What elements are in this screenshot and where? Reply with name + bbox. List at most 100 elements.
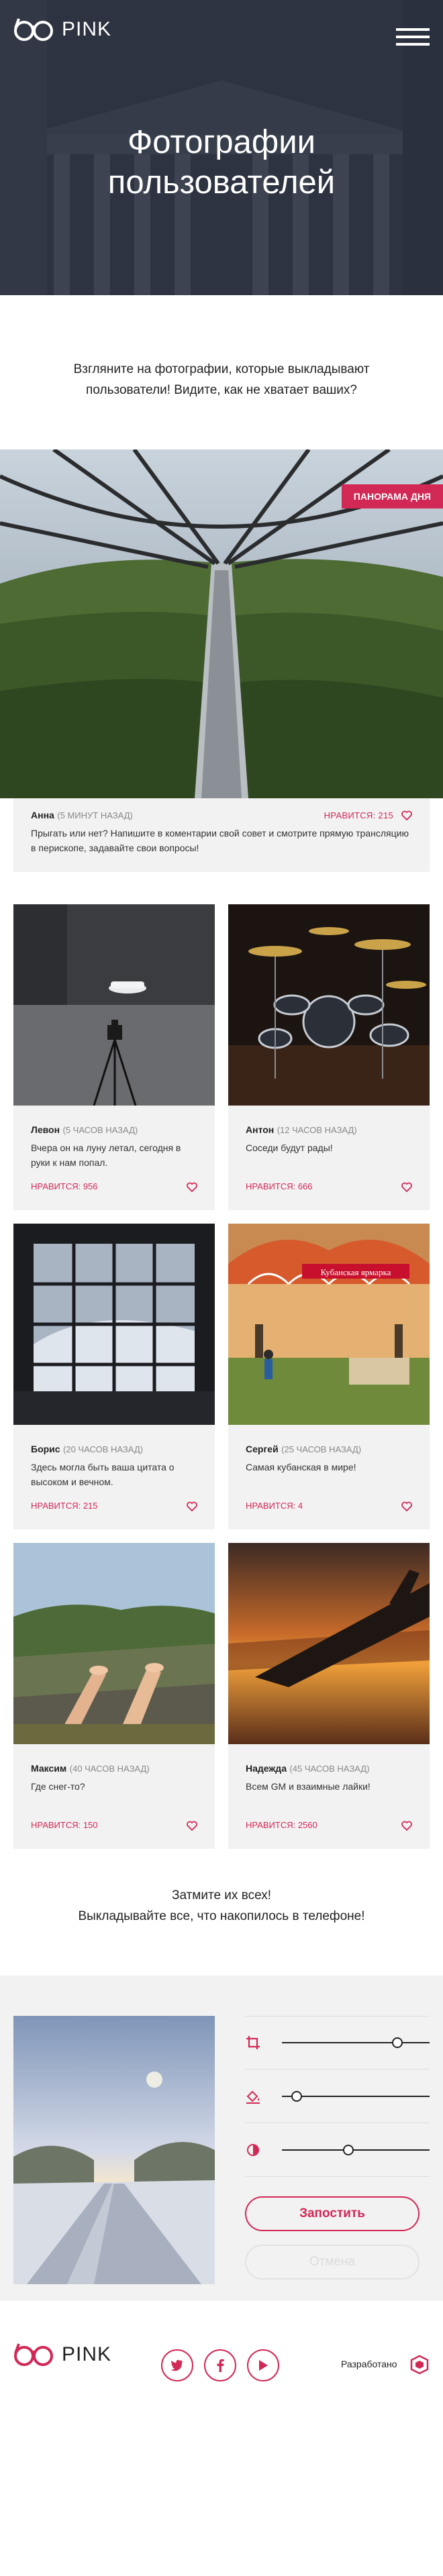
photo-card-image[interactable] [228, 1543, 430, 1744]
photo-author: Борис [31, 1444, 60, 1454]
burger-line [396, 43, 430, 46]
photo-author: Надежда [246, 1763, 287, 1774]
panorama-badge: ПАНОРАМА ДНЯ [341, 484, 443, 508]
photo-time: (12 ЧАСОВ НАЗАД) [277, 1125, 357, 1135]
photo-time: (5 МИНУТ НАЗАД) [57, 810, 133, 820]
photo-card: Антон (12 ЧАСОВ НАЗАД) Соседи будут рады… [228, 904, 430, 1210]
photo-time-value: 5 МИНУТ НАЗАД [60, 810, 130, 820]
social-links [161, 2349, 279, 2381]
photo-editor: Запостить Отмена [0, 1976, 443, 2301]
twitter-link[interactable] [161, 2349, 193, 2381]
photo-author: Анна [31, 810, 54, 820]
header-logo[interactable]: PINK [13, 16, 111, 43]
footer-logo[interactable]: PINK [13, 2341, 111, 2368]
photo-time: (45 ЧАСОВ НАЗАД) [289, 1764, 370, 1774]
window-grid-photo [13, 1224, 215, 1425]
logo-glasses-icon [14, 18, 53, 41]
hero-header: PINK Фотографии пользователей [0, 0, 443, 295]
crop-slider[interactable] [282, 2037, 430, 2048]
contrast-slider[interactable] [282, 2144, 430, 2155]
photo-author: Антон [246, 1124, 275, 1135]
featured-photo[interactable]: ПАНОРАМА ДНЯ [0, 449, 443, 798]
featured-photo-info: Анна (5 МИНУТ НАЗАД) Прыгать или нет? На… [13, 798, 430, 872]
photo-card-info: Антон (12 ЧАСОВ НАЗАД) Соседи будут рады… [228, 1106, 430, 1210]
photo-card-info: Сергей (25 ЧАСОВ НАЗАД) Самая кубанская … [228, 1425, 430, 1529]
photo-card: Борис (20 ЧАСОВ НАЗАД) Здесь могла быть … [13, 1224, 215, 1529]
photo-card-image[interactable] [228, 904, 430, 1106]
facebook-icon [217, 2359, 224, 2372]
logo-glasses-icon [14, 2343, 53, 2366]
slider-thumb[interactable] [291, 2090, 302, 2102]
camera-tripod-photo [13, 904, 215, 1106]
heart-icon[interactable] [187, 1821, 197, 1831]
photo-card: Надежда (45 ЧАСОВ НАЗАД) Всем GM и взаим… [228, 1543, 430, 1849]
mountain-legs-photo [13, 1543, 215, 1744]
developed-by-label: Разработано [341, 2359, 397, 2369]
photo-author: Максим [31, 1763, 67, 1774]
likes-count: НРАВИТСЯ: 2560 [246, 1820, 317, 1830]
photo-card-image[interactable]: Кубанская ярмарка [228, 1224, 430, 1425]
market-sign-text: Кубанская ярмарка [321, 1267, 391, 1277]
heart-icon[interactable] [401, 1821, 412, 1831]
photo-comment: Самая кубанская в мире! [246, 1462, 356, 1472]
fill-icon [246, 2090, 260, 2104]
contrast-icon [247, 2143, 259, 2156]
crop-slider-row [245, 2016, 430, 2070]
photo-card-image[interactable] [13, 904, 215, 1106]
developer-logo-icon[interactable] [409, 2355, 430, 2375]
photo-card: Максим (40 ЧАСОВ НАЗАД) Где снег-то? НРА… [13, 1543, 215, 1849]
page-title-line1: Фотографии [127, 124, 315, 160]
heart-icon[interactable] [187, 1182, 197, 1192]
photo-time: (5 ЧАСОВ НАЗАД) [62, 1125, 138, 1135]
photo-card-info: Левон (5 ЧАСОВ НАЗАД) Вчера он на луну л… [13, 1106, 215, 1210]
burger-line [396, 36, 430, 38]
photo-time-value: 25 ЧАСОВ НАЗАД [284, 1444, 358, 1454]
likes-count: НРАВИТСЯ: 215 [324, 810, 393, 820]
cta-section: Затмите их всех! Выкладывайте все, что н… [0, 1885, 443, 1927]
likes-count: НРАВИТСЯ: 956 [31, 1181, 98, 1191]
photo-card: Кубанская ярмарка Сергей (25 ЧАСОВ НАЗАД… [228, 1224, 430, 1529]
photo-comment: Прыгать или нет? Напишите в коментарии с… [31, 828, 409, 853]
likes-count: НРАВИТСЯ: 666 [246, 1181, 313, 1191]
fill-slider-row [245, 2070, 430, 2123]
cancel-button[interactable]: Отмена [245, 2245, 420, 2279]
page-title: Фотографии пользователей [0, 122, 443, 203]
photo-card-info: Надежда (45 ЧАСОВ НАЗАД) Всем GM и взаим… [228, 1744, 430, 1849]
photo-card-info: Максим (40 ЧАСОВ НАЗАД) Где снег-то? НРА… [13, 1744, 215, 1849]
photo-time-value: 20 ЧАСОВ НАЗАД [66, 1444, 140, 1454]
editor-preview-photo [13, 2016, 215, 2284]
photo-card-image[interactable] [13, 1543, 215, 1744]
photo-time-value: 12 ЧАСОВ НАЗАД [280, 1125, 354, 1135]
featured-photo-card: ПАНОРАМА ДНЯ Анна (5 МИНУТ НАЗАД) Прыгат… [0, 449, 443, 872]
photo-author: Левон [31, 1124, 60, 1135]
crop-icon [246, 2036, 260, 2049]
youtube-link[interactable] [247, 2349, 279, 2381]
menu-toggle-button[interactable] [396, 28, 430, 46]
fill-slider[interactable] [282, 2090, 430, 2102]
photo-author: Сергей [246, 1444, 279, 1454]
heart-icon[interactable] [401, 1182, 412, 1192]
submit-post-button[interactable]: Запостить [245, 2196, 420, 2231]
photo-card: Левон (5 ЧАСОВ НАЗАД) Вчера он на луну л… [13, 904, 215, 1210]
drum-kit-photo [228, 904, 430, 1106]
photo-time: (25 ЧАСОВ НАЗАД) [281, 1444, 362, 1454]
filter-sliders [245, 2016, 430, 2177]
logo-text: PINK [62, 2343, 112, 2365]
slider-thumb[interactable] [391, 2037, 403, 2048]
likes-row: НРАВИТСЯ: 215 [324, 810, 412, 820]
heart-icon[interactable] [401, 810, 412, 820]
youtube-icon [259, 2360, 268, 2371]
photo-time-value: 5 ЧАСОВ НАЗАД [65, 1125, 135, 1135]
cta-line1: Затмите их всех! [171, 1888, 272, 1902]
cta-line2: Выкладывайте все, что накопилось в телеф… [78, 1909, 365, 1923]
slider-thumb[interactable] [343, 2144, 354, 2155]
heart-icon[interactable] [187, 1501, 197, 1511]
facebook-link[interactable] [204, 2349, 236, 2381]
photo-comment: Где снег-то? [31, 1781, 85, 1792]
photo-comment: Здесь могла быть ваша цитата о высоком и… [31, 1462, 175, 1487]
photo-card-image[interactable] [13, 1224, 215, 1425]
twitter-icon [170, 2359, 183, 2371]
heart-icon[interactable] [401, 1501, 412, 1511]
photo-time: (40 ЧАСОВ НАЗАД) [69, 1764, 150, 1774]
likes-count: НРАВИТСЯ: 215 [31, 1501, 98, 1511]
